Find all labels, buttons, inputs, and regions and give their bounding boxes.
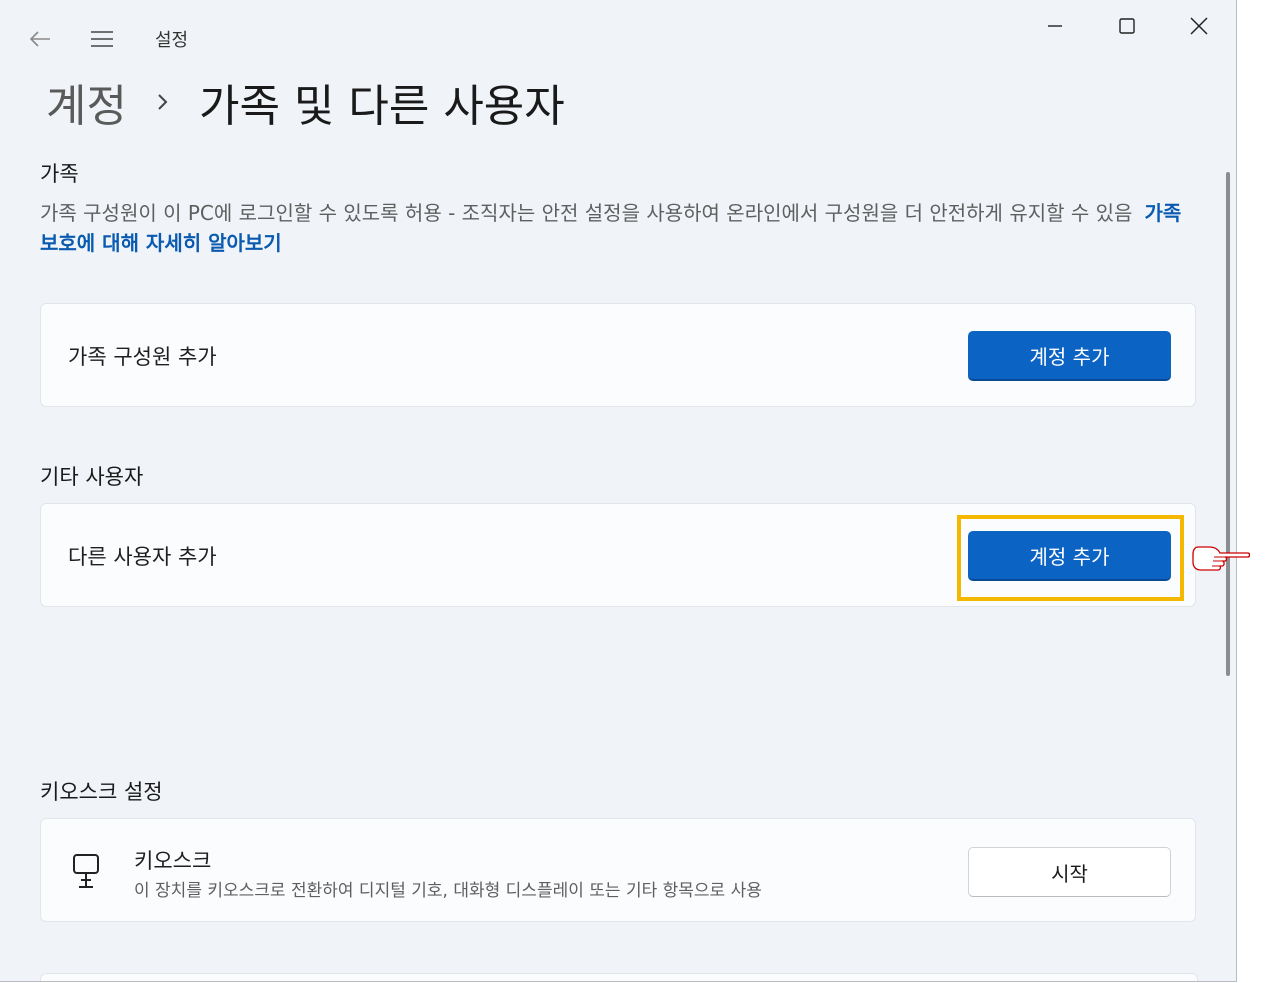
section-title-family: 가족 — [40, 162, 79, 186]
kiosk-card: 키오스크 이 장치를 키오스크로 전환하여 디지털 기호, 대화형 디스플레이 … — [40, 818, 1196, 922]
title-bar: 설정 — [0, 0, 1236, 70]
family-description-text: 가족 구성원이 이 PC에 로그인할 수 있도록 허용 - 조직자는 안전 설정… — [40, 201, 1133, 225]
close-button[interactable] — [1174, 8, 1224, 44]
hamburger-menu-icon — [91, 31, 113, 47]
breadcrumb-parent-accounts[interactable]: 계정 — [46, 70, 127, 134]
kiosk-icon — [73, 854, 99, 888]
add-other-user-label: 다른 사용자 추가 — [68, 545, 217, 569]
add-family-account-button[interactable]: 계정 추가 — [968, 331, 1171, 381]
family-description: 가족 구성원이 이 PC에 로그인할 수 있도록 허용 - 조직자는 안전 설정… — [40, 198, 1200, 258]
maximize-button[interactable] — [1102, 8, 1152, 44]
annotation-highlight-box — [957, 515, 1184, 601]
section-title-kiosk: 키오스크 설정 — [40, 780, 163, 804]
next-card-partial — [40, 973, 1198, 981]
kiosk-name: 키오스크 — [134, 849, 212, 873]
back-button[interactable] — [22, 24, 58, 54]
pointing-hand-icon — [1192, 546, 1250, 571]
maximize-icon — [1119, 18, 1135, 34]
close-icon — [1190, 17, 1208, 35]
scrollbar-thumb[interactable] — [1226, 172, 1230, 676]
settings-window: 설정 계정 가족 및 다른 사용자 가족 가족 구성원이 이 PC에 로그인할 … — [0, 0, 1237, 982]
navigation-menu-button[interactable] — [84, 24, 120, 54]
breadcrumb: 계정 가족 및 다른 사용자 — [46, 70, 565, 134]
kiosk-start-button[interactable]: 시작 — [968, 847, 1171, 897]
minimize-icon — [1048, 25, 1062, 27]
section-title-other-users: 기타 사용자 — [40, 465, 144, 489]
app-title: 설정 — [155, 30, 189, 51]
chevron-right-icon — [157, 92, 169, 112]
kiosk-description: 이 장치를 키오스크로 전환하여 디지털 기호, 대화형 디스플레이 또는 기타… — [134, 881, 762, 901]
minimize-button[interactable] — [1030, 8, 1080, 44]
add-family-member-label: 가족 구성원 추가 — [68, 345, 217, 369]
arrow-left-icon — [29, 31, 50, 47]
page-title: 가족 및 다른 사용자 — [198, 81, 565, 132]
add-family-member-card: 가족 구성원 추가 계정 추가 — [40, 303, 1196, 407]
